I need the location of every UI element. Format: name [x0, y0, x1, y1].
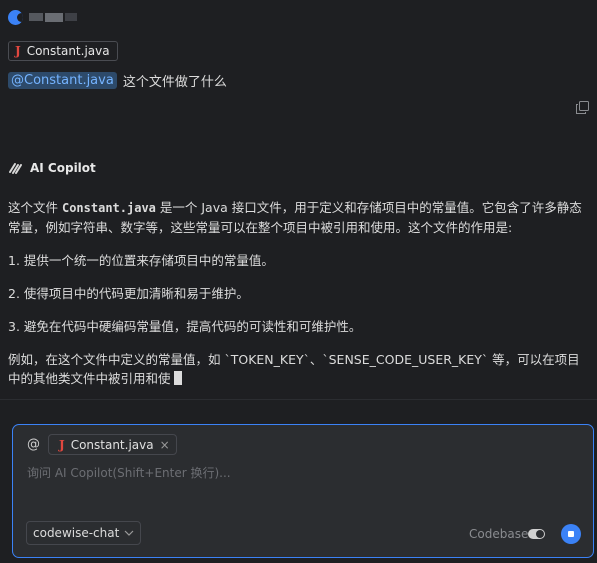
context-file-name: Constant.java	[70, 437, 154, 452]
avatar	[8, 10, 23, 25]
codebase-label: Codebase	[469, 527, 529, 541]
close-icon[interactable]: ×	[160, 438, 170, 452]
context-file-chip[interactable]: J Constant.java ×	[48, 434, 177, 455]
stop-icon	[568, 531, 574, 537]
model-name: codewise-chat	[33, 526, 120, 540]
answer-point: 1. 提供一个统一的位置来存储项目中的常量值。	[8, 253, 274, 268]
chat-input-box[interactable]: @ J Constant.java × 询问 AI Copilot(Shift+…	[12, 424, 594, 558]
inline-code: Constant.java	[61, 201, 156, 215]
ai-copilot-logo-icon	[9, 163, 22, 174]
answer-point: 2. 使得项目中的代码更加清晰和易于维护。	[8, 286, 249, 301]
username-redacted	[29, 13, 77, 22]
model-select[interactable]: codewise-chat	[26, 521, 142, 545]
user-header	[8, 10, 77, 25]
user-question: 这个文件做了什么	[122, 75, 227, 90]
codebase-toggle[interactable]	[528, 529, 545, 539]
stop-button[interactable]	[561, 524, 581, 544]
attached-file-name: Constant.java	[26, 44, 110, 58]
divider	[0, 399, 597, 400]
chat-input-placeholder[interactable]: 询问 AI Copilot(Shift+Enter 换行)...	[27, 464, 231, 481]
attached-file-chip[interactable]: J Constant.java	[8, 41, 118, 61]
answer-intro: 这个文件 Constant.java 是一个 Java 接口文件，用于定义和存储…	[8, 200, 582, 235]
streaming-cursor	[173, 371, 182, 385]
assistant-header: AI Copilot	[8, 161, 96, 175]
chevron-down-icon	[124, 530, 134, 536]
mention-button[interactable]: @	[27, 437, 40, 452]
assistant-name: AI Copilot	[30, 161, 96, 175]
answer-point: 3. 避免在代码中硬编码常量值，提高代码的可读性和可维护性。	[8, 319, 362, 334]
assistant-answer: 这个文件 Constant.java 是一个 Java 接口文件，用于定义和存储…	[8, 198, 588, 402]
user-prompt: @Constant.java 这个文件做了什么	[8, 71, 227, 90]
java-icon: J	[15, 44, 21, 58]
file-mention[interactable]: @Constant.java	[8, 72, 117, 89]
java-icon: J	[59, 437, 65, 452]
answer-example: 例如，在这个文件中定义的常量值，如 `TOKEN_KEY`、`SENSE_COD…	[8, 352, 580, 386]
copy-icon[interactable]	[576, 101, 589, 114]
